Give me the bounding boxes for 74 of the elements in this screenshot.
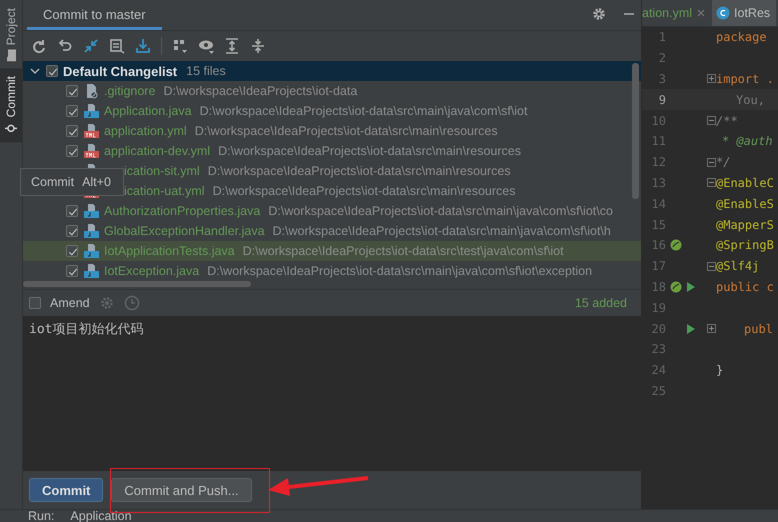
file-path: D:\workspace\IdeaProjects\iot-data\src\test\java\com\sf\iot — [242, 244, 564, 258]
panel-tab[interactable]: Commit to master — [27, 7, 162, 30]
line-number: 18 — [650, 280, 666, 294]
line-number: 17 — [650, 259, 666, 274]
change-summary: 15 added — [574, 296, 628, 310]
file-name: AuthorizationProperties.java — [104, 204, 260, 218]
file-path: D:\workspace\IdeaProjects\iot-data\src\main\java\com\sf\iot\h — [272, 224, 611, 238]
file-name: IotException.java — [104, 264, 200, 278]
line-number: 1 — [658, 30, 666, 44]
code-text: @SpringB — [716, 238, 774, 252]
file-row[interactable]: GlobalExceptionHandler.java D:\workspace\IdeaProjects\iot-data\src\main\java\com\sf\iot\h — [23, 221, 641, 241]
line-number: 11 — [650, 134, 666, 148]
commit-button[interactable]: Commit — [29, 478, 104, 502]
code-text: @EnableS — [716, 196, 774, 211]
line-number: 19 — [650, 300, 666, 315]
side-tab[interactable]: Commit — [0, 68, 22, 143]
file-name: ication-uat.yml — [124, 184, 205, 198]
commit-and-push-button[interactable]: Commit and Push... — [111, 478, 252, 502]
amend-label: Amend — [50, 296, 90, 310]
code-text: package — [716, 30, 767, 44]
code-text: import . — [716, 72, 774, 86]
file-name: Application.java — [104, 104, 192, 118]
changelist-name: Default Changelist — [63, 64, 178, 78]
file-path: D:\workspace\IdeaProjects\iot-data\src\main\resources — [212, 184, 516, 198]
commit-message-field[interactable]: iot项目初始化代码 — [23, 316, 641, 471]
file-path: D:\workspace\IdeaProjects\iot-data\src\main\java\com\sf\iot — [200, 104, 528, 118]
line-number: 24 — [650, 363, 666, 378]
line-number: 15 — [650, 218, 666, 232]
code-text: You, — [735, 92, 765, 107]
code-text: @EnableC — [716, 176, 774, 190]
line-number: 12 — [650, 155, 666, 170]
line-number: 25 — [650, 384, 666, 398]
line-number: 10 — [650, 114, 666, 128]
file-path: D:\workspace\IdeaProjects\iot-data\src\main\resources — [208, 164, 511, 178]
code-text: @MapperS — [716, 218, 774, 232]
file-name: .gitignore — [104, 84, 156, 98]
editor-tab[interactable]: IotRes — [712, 0, 776, 26]
file-path: D:\workspace\IdeaProjects\iot-data\src\main\resources — [218, 144, 521, 158]
line-number: 2 — [658, 51, 666, 66]
file-name: IotApplicationTests.java — [104, 244, 235, 258]
file-row[interactable]: IotApplicationTests.java D:\workspace\IdeaProjects\iot-data\src\test\java\com\sf\iot — [23, 241, 641, 261]
line-number: 9 — [658, 92, 666, 107]
line-number: 14 — [650, 196, 666, 211]
file-row[interactable]: Application.java D:\workspace\IdeaProjects\iot-data\src\main\java\com\sf\iot — [23, 101, 641, 121]
file-row[interactable]: IotException.java D:\workspace\IdeaProjects\iot-data\src\main\java\com\sf\iot\exception — [23, 261, 641, 281]
code-text: /** — [716, 114, 738, 128]
code-text: publ — [743, 322, 773, 336]
file-path: D:\workspace\IdeaProjects\iot-data\src\main\resources — [194, 124, 498, 138]
run-label: Run: — [28, 510, 54, 522]
file-path: D:\workspace\IdeaProjects\iot-data\src\main\java\com\sf\iot\co — [268, 204, 613, 218]
tooltip: Commit Alt+0 — [20, 168, 124, 196]
file-name: application.yml — [104, 124, 187, 138]
file-row[interactable]: .gitignore D:\workspace\IdeaProjects\iot-data — [23, 81, 641, 101]
file-row[interactable]: AuthorizationProperties.java D:\workspace\IdeaProjects\iot-data\src\main\java\com\sf\iot\co — [23, 201, 641, 221]
file-count: 15 files — [186, 64, 226, 78]
code-text: } — [716, 363, 724, 378]
file-name: ication-sit.yml — [124, 164, 200, 178]
side-tab[interactable]: Project — [0, 0, 22, 68]
code-text: public c — [716, 280, 774, 294]
file-row[interactable]: application.yml D:\workspace\IdeaProjects\iot-data\src\main\resources — [23, 121, 641, 141]
file-path: D:\workspace\IdeaProjects\iot-data — [163, 84, 358, 98]
code-text: @Slf4j — [716, 259, 760, 274]
line-number: 16 — [650, 238, 666, 252]
file-name: application-dev.yml — [104, 144, 210, 158]
file-row[interactable]: application-dev.yml D:\workspace\IdeaProjects\iot-data\src\main\resources — [23, 141, 641, 161]
file-name: GlobalExceptionHandler.java — [104, 224, 265, 238]
file-path: D:\workspace\IdeaProjects\iot-data\src\main\java\com\sf\iot\exception — [207, 264, 592, 278]
code-text: */ — [716, 155, 730, 170]
line-number: 13 — [650, 176, 666, 190]
line-number: 23 — [650, 342, 666, 356]
code-text: * @auth — [721, 134, 773, 148]
line-number: 3 — [658, 72, 666, 86]
line-number: 20 — [650, 322, 666, 336]
editor-tab[interactable]: ation.yml — [642, 0, 712, 26]
